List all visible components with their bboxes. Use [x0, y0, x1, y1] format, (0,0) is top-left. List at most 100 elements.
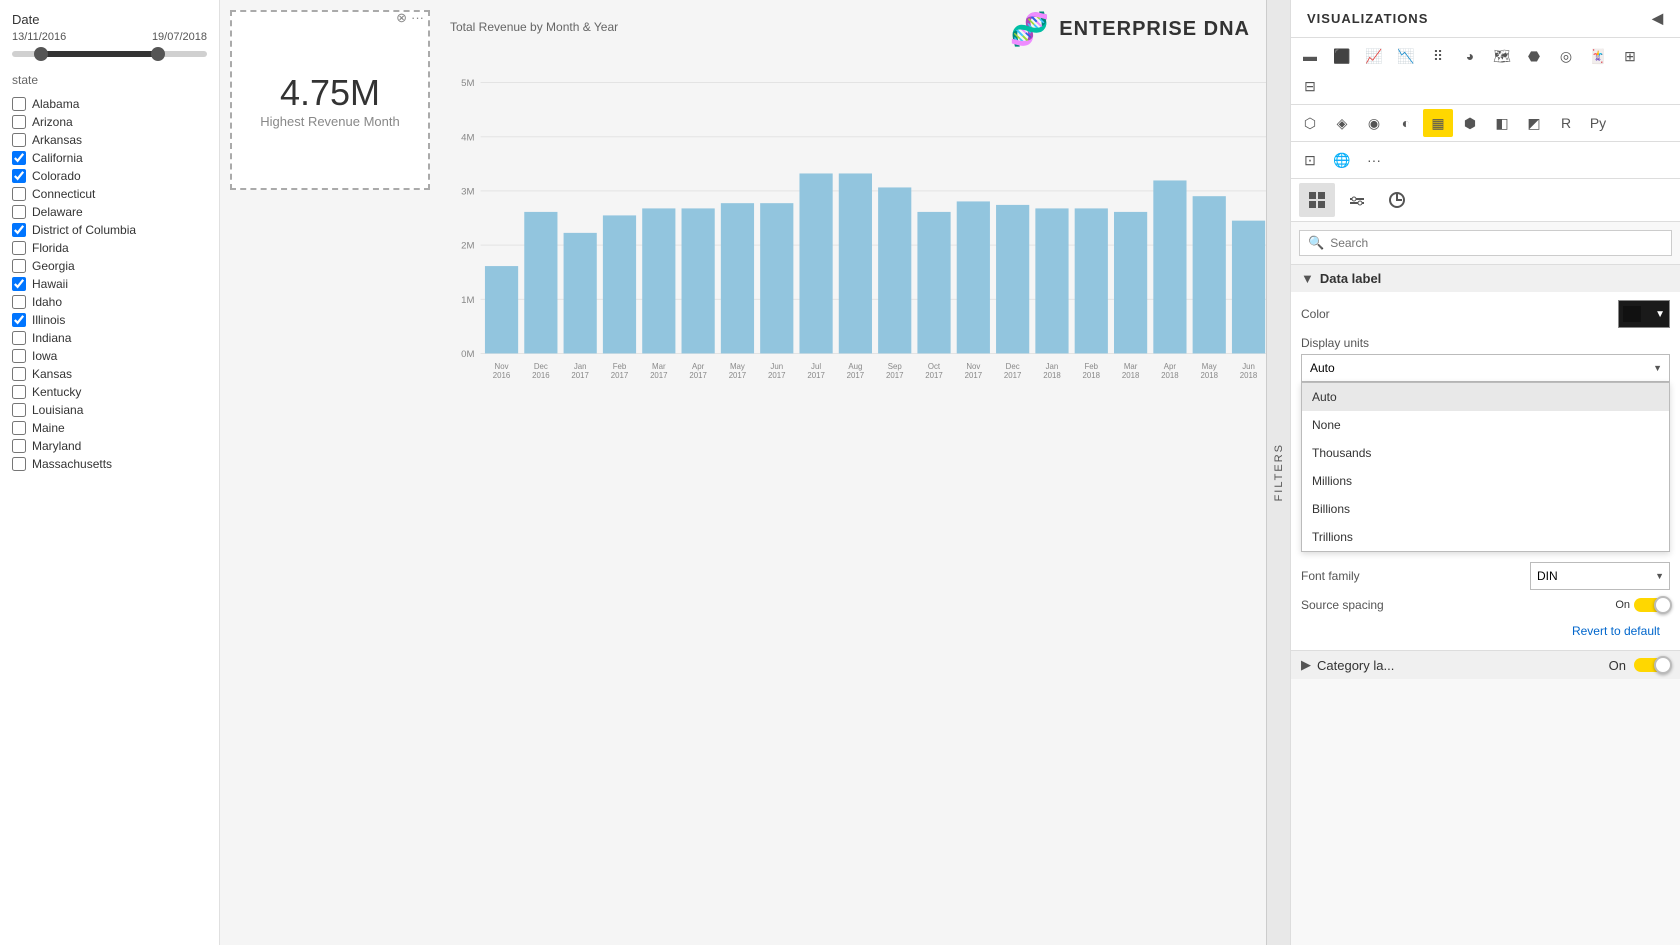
bar-feb-2018[interactable] — [1075, 208, 1108, 353]
slider-thumb-right[interactable] — [151, 47, 165, 61]
state-checkbox-massachusetts[interactable] — [12, 457, 26, 471]
state-checkbox-idaho[interactable] — [12, 295, 26, 309]
dropdown-item-none[interactable]: None — [1302, 411, 1669, 439]
display-units-select[interactable]: Auto — [1301, 354, 1670, 382]
bar-jul-2017[interactable] — [799, 173, 832, 353]
more-icon[interactable]: ··· — [411, 10, 424, 26]
viz-icon-table[interactable]: ⊞ — [1615, 42, 1645, 70]
bar-sep-2017[interactable] — [878, 187, 911, 353]
search-input[interactable] — [1330, 236, 1663, 250]
bar-oct-2017[interactable] — [917, 212, 950, 354]
filters-tab[interactable]: FILTERS — [1266, 0, 1290, 945]
state-checkbox-colorado[interactable] — [12, 169, 26, 183]
dropdown-item-thousands[interactable]: Thousands — [1302, 439, 1669, 467]
color-swatch[interactable]: ▼ — [1618, 300, 1670, 328]
bar-jun-2018[interactable] — [1232, 221, 1265, 354]
viz-icon-r6[interactable]: ⬢ — [1455, 109, 1485, 137]
bar-mar-2017[interactable] — [642, 208, 675, 353]
state-checkbox-florida[interactable] — [12, 241, 26, 255]
bar-jun-2017[interactable] — [760, 203, 793, 353]
viz-icon-line[interactable]: 📈 — [1359, 42, 1389, 70]
state-checkbox-georgia[interactable] — [12, 259, 26, 273]
state-checkbox-louisiana[interactable] — [12, 403, 26, 417]
category-toggle-track[interactable] — [1634, 658, 1670, 672]
bar-nov-2016[interactable] — [485, 266, 518, 353]
state-checkbox-district-of-columbia[interactable] — [12, 223, 26, 237]
viz-icon-bar2[interactable]: ⬛ — [1327, 42, 1357, 70]
bar-may-2018[interactable] — [1193, 196, 1226, 353]
state-checkbox-delaware[interactable] — [12, 205, 26, 219]
bar-jan-2018[interactable] — [1035, 208, 1068, 353]
viz-icon-py[interactable]: Py — [1583, 109, 1613, 137]
state-checkbox-california[interactable] — [12, 151, 26, 165]
bar-aug-2017[interactable] — [839, 173, 872, 353]
bar-apr-2017[interactable] — [682, 208, 715, 353]
state-item-florida: Florida — [12, 239, 207, 257]
svg-text:2017: 2017 — [729, 371, 746, 380]
tab-analytics[interactable] — [1379, 183, 1415, 217]
bar-mar-2018[interactable] — [1114, 212, 1147, 354]
dropdown-item-millions[interactable]: Millions — [1302, 467, 1669, 495]
state-checkbox-maine[interactable] — [12, 421, 26, 435]
dropdown-item-trillions[interactable]: Trillions — [1302, 523, 1669, 551]
bar-nov-2017[interactable] — [957, 201, 990, 353]
tab-format[interactable] — [1339, 183, 1375, 217]
viz-icon-scatter[interactable]: ⠿ — [1423, 42, 1453, 70]
bar-apr-2018[interactable] — [1153, 180, 1186, 353]
viz-icon-card[interactable]: 🃏 — [1583, 42, 1613, 70]
viz-icon-r1[interactable]: ⬡ — [1295, 109, 1325, 137]
slider-thumb-left[interactable] — [34, 47, 48, 61]
viz-icon-r2[interactable]: ◈ — [1327, 109, 1357, 137]
data-label-section-header[interactable]: ▼ Data label — [1291, 264, 1680, 292]
viz-icon-funnel[interactable]: ⬣ — [1519, 42, 1549, 70]
bar-feb-2017[interactable] — [603, 215, 636, 353]
category-section-row[interactable]: ▶ Category la... On — [1291, 650, 1680, 679]
viz-icon-q2[interactable]: 🌐 — [1327, 146, 1357, 174]
bar-may-2017[interactable] — [721, 203, 754, 353]
viz-icon-pie[interactable]: ◕ — [1455, 42, 1485, 70]
state-label-text: Arizona — [32, 115, 73, 129]
state-checkbox-arizona[interactable] — [12, 115, 26, 129]
viz-icon-r3[interactable]: ◉ — [1359, 109, 1389, 137]
state-checkbox-connecticut[interactable] — [12, 187, 26, 201]
font-family-select[interactable]: DIN Segoe UI Arial — [1530, 562, 1670, 590]
state-checkbox-arkansas[interactable] — [12, 133, 26, 147]
state-checkbox-alabama[interactable] — [12, 97, 26, 111]
viz-icon-matrix[interactable]: ⊟ — [1295, 72, 1325, 100]
font-family-dropdown[interactable]: DIN Segoe UI Arial — [1530, 562, 1670, 590]
state-checkbox-maryland[interactable] — [12, 439, 26, 453]
viz-icon-r7[interactable]: ◧ — [1487, 109, 1517, 137]
state-checkbox-kentucky[interactable] — [12, 385, 26, 399]
state-checkbox-kansas[interactable] — [12, 367, 26, 381]
state-checkbox-illinois[interactable] — [12, 313, 26, 327]
state-checkbox-iowa[interactable] — [12, 349, 26, 363]
viz-icon-r8[interactable]: ◩ — [1519, 109, 1549, 137]
state-checkbox-hawaii[interactable] — [12, 277, 26, 291]
revert-link[interactable]: Revert to default — [1301, 620, 1670, 642]
source-spacing-track[interactable] — [1634, 598, 1670, 612]
viz-icon-q3[interactable]: ··· — [1359, 146, 1389, 174]
viz-icon-map[interactable]: 🗺 — [1487, 42, 1517, 70]
search-box[interactable]: 🔍 — [1299, 230, 1672, 256]
viz-icon-r4[interactable]: ◐ — [1391, 109, 1421, 137]
viz-icon-active[interactable]: ▦ — [1423, 109, 1453, 137]
viz-icon-gauge[interactable]: ◎ — [1551, 42, 1581, 70]
date-slider-track[interactable] — [12, 51, 207, 57]
viz-icon-area[interactable]: 📉 — [1391, 42, 1421, 70]
dropdown-item-billions[interactable]: Billions — [1302, 495, 1669, 523]
tab-fields[interactable] — [1299, 183, 1335, 217]
viz-icon-r9[interactable]: R — [1551, 109, 1581, 137]
bar-dec-2016[interactable] — [524, 212, 557, 354]
viz-icon-bar[interactable]: ▬ — [1295, 42, 1325, 70]
collapse-icon[interactable]: ◀ — [1652, 10, 1664, 27]
source-spacing-toggle: On — [1615, 598, 1670, 612]
viz-icon-q1[interactable]: ⊡ — [1295, 146, 1325, 174]
state-checkbox-indiana[interactable] — [12, 331, 26, 345]
svg-text:Jul: Jul — [811, 362, 821, 371]
filter-icon[interactable]: ⊗ — [396, 10, 407, 26]
dropdown-item-auto[interactable]: Auto — [1302, 383, 1669, 411]
state-item-kentucky: Kentucky — [12, 383, 207, 401]
svg-text:Oct: Oct — [928, 362, 941, 371]
bar-jan-2017[interactable] — [564, 233, 597, 354]
bar-dec-2017[interactable] — [996, 205, 1029, 354]
